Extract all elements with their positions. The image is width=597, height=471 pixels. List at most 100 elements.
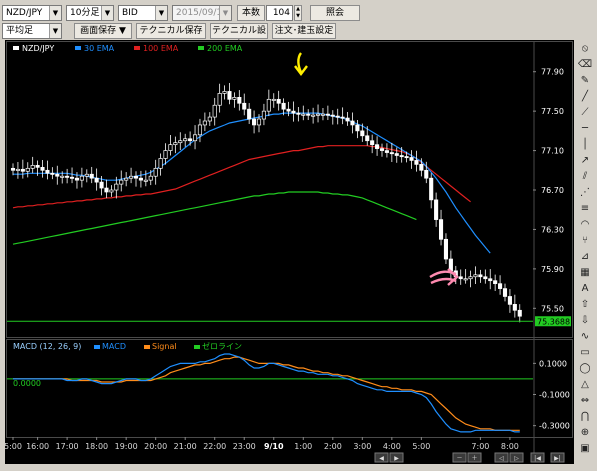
- candle: [247, 108, 252, 120]
- x-tick-label: 17:00: [56, 442, 79, 451]
- candle: [429, 177, 434, 201]
- candle: [192, 134, 198, 142]
- date-input[interactable]: 2015/09/10 ▼: [172, 5, 232, 21]
- trash-icon[interactable]: ▣: [577, 442, 593, 456]
- candle: [133, 175, 139, 179]
- signal-line: [13, 356, 520, 431]
- measure-icon[interactable]: ⇔: [577, 394, 593, 408]
- legend-label-2: 100 EMA: [143, 44, 179, 53]
- candle: [355, 124, 360, 132]
- chart-type-select[interactable]: 平均足 ▼: [2, 23, 62, 39]
- yellow-arrow-icon: [294, 52, 308, 76]
- x-tick-label: 4:00: [383, 442, 401, 451]
- candle: [109, 189, 114, 193]
- scroll-glyph: ＋: [471, 455, 477, 462]
- fibonacci-icon[interactable]: ≡: [577, 202, 593, 216]
- time-axis: 5:00 16:00 17:00 18:00 19:00 20:00 21:00 22:00 2…: [5, 437, 565, 463]
- vertical-line-icon[interactable]: │: [577, 138, 593, 152]
- order-settings-button[interactable]: 注文･建玉設定: [272, 23, 336, 39]
- pencil-icon[interactable]: ✎: [577, 74, 593, 88]
- candle: [114, 183, 119, 191]
- scroll-glyph: |◀: [534, 455, 541, 462]
- chevron-down-icon: ▼: [49, 6, 61, 20]
- candle: [517, 309, 522, 317]
- count-input[interactable]: 104: [266, 5, 293, 21]
- x-tick-label: 20:00: [144, 442, 167, 451]
- candle: [384, 150, 389, 153]
- pair-select[interactable]: NZD/JPY ▼: [2, 5, 62, 21]
- diagonal-line-icon[interactable]: ╱: [577, 90, 593, 104]
- candle: [458, 276, 463, 280]
- y-tick-label: 77.90: [541, 68, 564, 77]
- candle: [20, 168, 25, 172]
- trend-up-icon[interactable]: ↗: [577, 154, 593, 168]
- candle: [178, 140, 183, 144]
- price-type-select[interactable]: BID ▼: [118, 5, 168, 21]
- x-tick-label: 23:00: [233, 442, 256, 451]
- no-entry-icon[interactable]: ⦸: [577, 42, 593, 56]
- first-icon[interactable]: |◀: [530, 452, 545, 463]
- magnet-icon[interactable]: ⋂: [577, 410, 593, 424]
- y-tick-label: 75.90: [541, 265, 564, 274]
- ema200-line: [12, 191, 417, 245]
- x-tick-label: 1:00: [294, 442, 312, 451]
- technical-save-button[interactable]: テクニカル保存 ▼: [136, 23, 206, 50]
- candle: [399, 155, 404, 158]
- triangle-icon[interactable]: △: [577, 378, 593, 392]
- channel-icon[interactable]: ⫽: [577, 170, 593, 184]
- page-right-icon[interactable]: ▷: [509, 452, 524, 463]
- count-spinner[interactable]: ▲ ▼: [294, 5, 302, 21]
- page-left-icon[interactable]: ◁: [494, 452, 509, 463]
- scroll-glyph: ▶|: [554, 455, 561, 462]
- arrow-down-icon[interactable]: ⇩: [577, 314, 593, 328]
- gann-icon[interactable]: ⊿: [577, 250, 593, 264]
- candle: [197, 124, 203, 136]
- eraser-icon[interactable]: ⌫: [577, 58, 593, 72]
- legend-swatch: [13, 46, 19, 50]
- candle: [65, 175, 70, 178]
- pitchfork-icon[interactable]: ⑂: [577, 234, 593, 248]
- scroll-left-icon[interactable]: ◀: [374, 452, 389, 463]
- scroll-right-icon[interactable]: ▶: [389, 452, 404, 463]
- candle: [153, 167, 158, 177]
- candle: [360, 130, 365, 137]
- price-legend: NZD/JPY 30 EMA 100 EMA 200 EMA: [13, 44, 243, 53]
- ellipse-icon[interactable]: ◯: [577, 362, 593, 376]
- candle: [232, 96, 237, 100]
- fan-icon[interactable]: ⋰: [577, 186, 593, 200]
- ray-icon[interactable]: ⟋: [577, 106, 593, 120]
- zoom-icon[interactable]: ⊕: [577, 426, 593, 440]
- x-tick-label: 19:00: [115, 442, 138, 451]
- candle: [394, 153, 399, 156]
- candle: [143, 179, 148, 182]
- candle: [345, 117, 350, 122]
- candle: [148, 175, 153, 181]
- candle: [281, 102, 286, 110]
- last-icon[interactable]: ▶|: [550, 452, 565, 463]
- save-screen-button[interactable]: 画面保存 ▼: [74, 23, 132, 39]
- query-button[interactable]: 照会: [310, 5, 360, 21]
- macd-legend-label-2: ゼロライン: [202, 341, 242, 351]
- y-tick-label: 75.50: [541, 304, 564, 313]
- arc-icon[interactable]: ◠: [577, 218, 593, 232]
- grid-icon[interactable]: ▦: [577, 266, 593, 280]
- zoom-in-icon[interactable]: ＋: [467, 452, 482, 463]
- text-icon[interactable]: A: [577, 282, 593, 296]
- cycle-icon[interactable]: ∿: [577, 330, 593, 344]
- candle: [55, 173, 60, 177]
- macd-legend-swatch: [94, 345, 100, 349]
- technical-settings-button[interactable]: テクニカル設定: [210, 23, 268, 50]
- horizontal-line-icon[interactable]: ─: [577, 122, 593, 136]
- x-tick-label: 7:00: [471, 442, 489, 451]
- candle: [438, 219, 444, 240]
- candle: [15, 168, 20, 171]
- candle: [419, 164, 424, 171]
- zoom-out-icon[interactable]: －: [452, 452, 467, 463]
- arrow-up-icon[interactable]: ⇧: [577, 298, 593, 312]
- macd-legend-swatch: [194, 345, 200, 349]
- candle: [261, 110, 266, 120]
- rectangle-icon[interactable]: ▭: [577, 346, 593, 360]
- timeframe-select[interactable]: 10分足 ▼: [66, 5, 114, 21]
- candle: [488, 278, 493, 282]
- price-chart[interactable]: NZD/JPY 30 EMA 100 EMA 200 EMA 77.9077.5077…: [5, 40, 574, 464]
